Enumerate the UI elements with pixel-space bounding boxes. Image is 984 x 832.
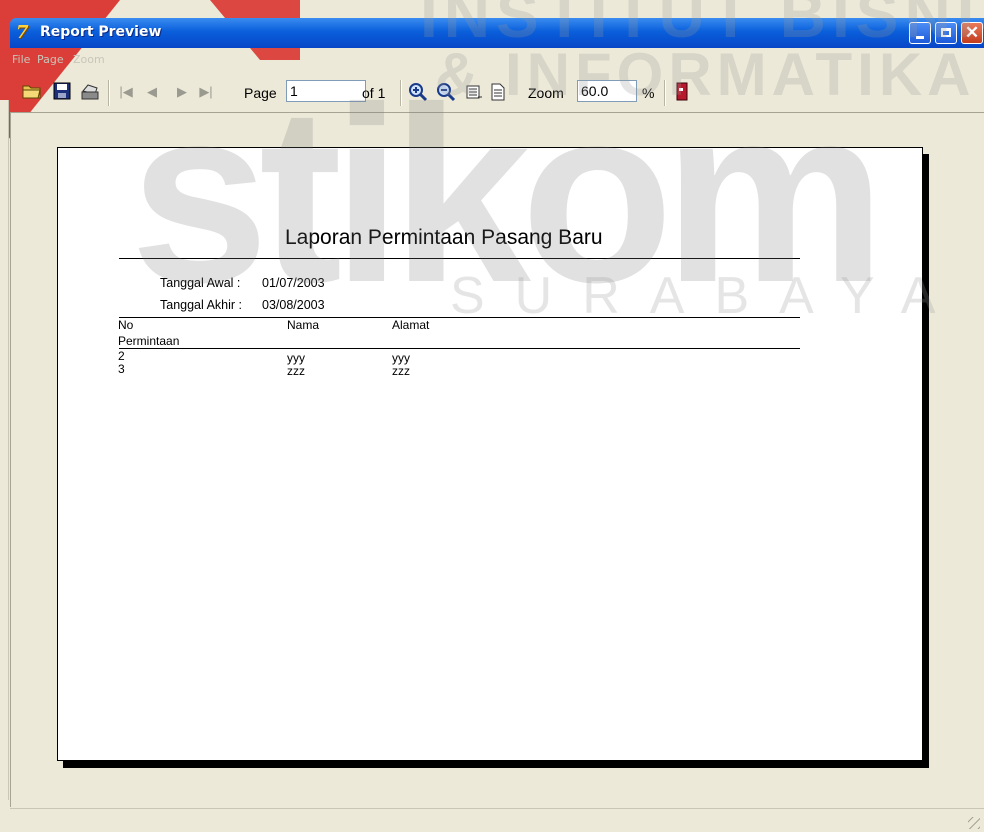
- row-nama: yyy: [287, 351, 305, 365]
- toolbar-separator: [400, 80, 402, 106]
- save-icon[interactable]: [52, 82, 72, 102]
- page-count-label: of 1: [362, 85, 386, 101]
- toolbar-separator: [664, 80, 666, 106]
- start-date-label: Tanggal Awal :: [160, 276, 241, 290]
- menu-bar: File Page Zoom: [10, 48, 984, 70]
- app-logo-icon: 7: [16, 22, 29, 43]
- start-date-value: 01/07/2003: [262, 276, 325, 290]
- exit-icon[interactable]: [672, 82, 692, 102]
- header-top-rule: [119, 317, 800, 318]
- column-header-no-line2: Permintaan: [118, 334, 180, 348]
- window-titlebar[interactable]: 7 Report Preview ✕: [10, 18, 984, 48]
- zoom-label: Zoom: [528, 85, 564, 101]
- whole-page-icon[interactable]: [488, 82, 508, 102]
- toolbar-separator: [108, 80, 110, 106]
- page-width-icon[interactable]: [464, 82, 484, 102]
- end-date-label: Tanggal Akhir :: [160, 298, 242, 312]
- row-no: 3: [118, 362, 125, 376]
- column-header-nama: Nama: [287, 318, 320, 332]
- row-no: 2: [118, 349, 125, 363]
- row-alamat: yyy: [392, 351, 410, 365]
- maximize-icon: [941, 28, 951, 37]
- menu-zoom[interactable]: Zoom: [73, 53, 105, 66]
- minimize-icon: [916, 36, 924, 39]
- column-header-no: No Permintaan: [118, 318, 180, 348]
- report-title: Laporan Permintaan Pasang Baru: [285, 226, 603, 249]
- maximize-button[interactable]: [935, 22, 957, 44]
- window-title: Report Preview: [40, 24, 162, 40]
- toolbar: |◀ ◀ ▶ ▶| Page of 1 Zoom %: [10, 74, 984, 114]
- header-bottom-rule: [119, 348, 800, 349]
- page-label: Page: [244, 85, 277, 101]
- zoom-in-icon[interactable]: [408, 82, 428, 102]
- left-frame-edge: [0, 100, 9, 800]
- page-number-input[interactable]: [286, 80, 366, 102]
- close-button[interactable]: ✕: [961, 22, 983, 44]
- status-bar: [10, 808, 984, 832]
- column-header-alamat: Alamat: [392, 318, 430, 332]
- prev-page-icon[interactable]: ◀: [142, 82, 162, 102]
- row-alamat: zzz: [392, 364, 410, 378]
- end-date-value: 03/08/2003: [262, 298, 325, 312]
- column-header-no-line1: No: [118, 318, 134, 332]
- next-page-icon[interactable]: ▶: [172, 82, 192, 102]
- open-icon[interactable]: [22, 82, 42, 102]
- zoom-out-icon[interactable]: [436, 82, 456, 102]
- close-icon: ✕: [964, 23, 980, 42]
- resize-grip-icon[interactable]: [968, 817, 980, 829]
- zoom-percent-label: %: [642, 85, 655, 101]
- row-nama: zzz: [287, 364, 305, 378]
- title-rule: [119, 258, 800, 259]
- menu-page[interactable]: Page: [37, 53, 64, 66]
- print-icon[interactable]: [80, 82, 100, 102]
- menu-file[interactable]: File: [12, 53, 30, 66]
- last-page-icon[interactable]: ▶|: [196, 82, 216, 102]
- minimize-button[interactable]: [909, 22, 931, 44]
- zoom-input[interactable]: [577, 80, 637, 102]
- first-page-icon[interactable]: |◀: [116, 82, 136, 102]
